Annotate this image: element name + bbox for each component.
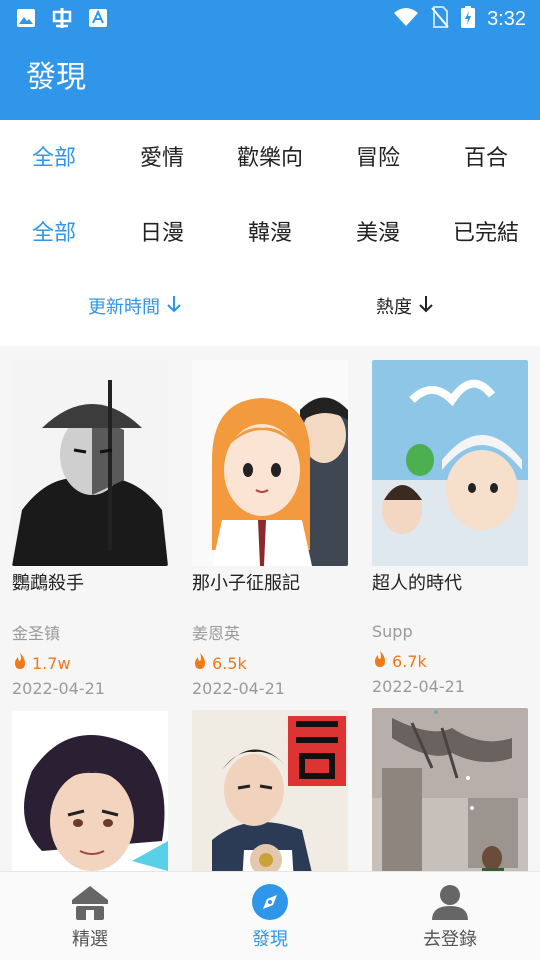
region-filter-us[interactable]: 美漫: [324, 219, 432, 249]
flame-icon: [12, 652, 28, 675]
comic-heat-value: 1.7w: [32, 653, 71, 673]
filter-panel: 全部 愛情 歡樂向 冒险 百合 全部 日漫 韓漫 美漫 已完結 更新時間 熱度: [0, 120, 540, 346]
comic-grid: 鸚鵡殺手 金圣镇 1.7w 2022-04-21 那小子征服記 姜恩英 6.5k…: [0, 346, 540, 871]
comic-heat: 6.7k: [372, 650, 528, 673]
comic-author: 金圣镇: [12, 624, 61, 643]
home-icon: [70, 884, 110, 924]
wifi-icon: [393, 7, 419, 31]
bottom-navigation: 精選 發現 去登錄: [0, 871, 540, 960]
comic-cover[interactable]: [12, 360, 168, 566]
nav-login-label: 去登錄: [423, 929, 477, 950]
person-icon: [430, 884, 470, 924]
genre-filter-row: 全部 愛情 歡樂向 冒险 百合: [0, 144, 540, 174]
genre-filter-comedy[interactable]: 歡樂向: [216, 144, 324, 174]
comic-date: 2022-04-21: [12, 679, 105, 698]
comic-heat-value: 6.5k: [212, 653, 247, 673]
comic-title: 超人的時代: [372, 573, 462, 594]
genre-filter-romance[interactable]: 愛情: [108, 144, 216, 174]
app-header: 3:32 發現: [0, 0, 540, 120]
comic-cover[interactable]: [372, 708, 528, 871]
nav-discover-label: 發現: [252, 929, 288, 950]
comic-heat: 6.5k: [192, 652, 348, 675]
comic-cover[interactable]: [12, 711, 168, 871]
comic-author: 姜恩英: [192, 624, 241, 643]
battery-charging-icon: [461, 6, 476, 32]
comic-date: 2022-04-21: [372, 677, 465, 696]
region-filter-all[interactable]: 全部: [0, 219, 108, 249]
comic-card[interactable]: [12, 711, 168, 871]
status-bar: 3:32: [0, 0, 540, 36]
genre-filter-adventure[interactable]: 冒险: [324, 144, 432, 174]
nav-featured[interactable]: 精選: [0, 872, 180, 960]
comic-cover[interactable]: [192, 360, 348, 566]
no-sim-icon: [431, 6, 449, 32]
comic-card[interactable]: 鸚鵡殺手 金圣镇 1.7w 2022-04-21: [12, 360, 168, 699]
comic-card[interactable]: 超人的時代 Supp 6.7k 2022-04-21: [372, 360, 528, 697]
sort-update-time[interactable]: 更新時間: [88, 294, 182, 322]
region-filter-completed[interactable]: 已完結: [432, 219, 540, 249]
comic-cover[interactable]: [372, 360, 528, 566]
compass-icon: [252, 884, 288, 924]
comic-card[interactable]: [192, 710, 348, 871]
genre-filter-yuri[interactable]: 百合: [432, 144, 540, 174]
comic-cover[interactable]: [192, 710, 348, 871]
comic-title: 鸚鵡殺手: [12, 573, 84, 594]
nav-login[interactable]: 去登錄: [360, 872, 540, 960]
comic-card[interactable]: 那小子征服記 姜恩英 6.5k 2022-04-21: [192, 360, 348, 699]
flame-icon: [372, 650, 388, 673]
region-filter-korea[interactable]: 韓漫: [216, 219, 324, 249]
region-filter-row: 全部 日漫 韓漫 美漫 已完結: [0, 219, 540, 249]
sort-update-time-label: 更新時間: [88, 297, 160, 318]
comic-title: 那小子征服記: [192, 573, 300, 594]
font-icon: [88, 8, 108, 32]
comic-author: Supp: [372, 622, 413, 641]
comic-card[interactable]: [372, 708, 528, 871]
image-icon: [16, 8, 36, 32]
sort-popularity-label: 熱度: [376, 297, 412, 318]
sort-popularity[interactable]: 熱度: [376, 294, 434, 322]
genre-filter-all[interactable]: 全部: [0, 144, 108, 174]
comic-heat: 1.7w: [12, 652, 168, 675]
arrow-down-icon: [166, 294, 182, 322]
nav-featured-label: 精選: [72, 929, 108, 950]
region-filter-japan[interactable]: 日漫: [108, 219, 216, 249]
arrow-down-icon: [418, 294, 434, 322]
nav-discover[interactable]: 發現: [180, 872, 360, 960]
bug-app-icon: [50, 6, 74, 34]
comic-heat-value: 6.7k: [392, 651, 427, 671]
status-time: 3:32: [487, 8, 526, 30]
flame-icon: [192, 652, 208, 675]
page-title: 發現: [26, 60, 86, 95]
comic-date: 2022-04-21: [192, 679, 285, 698]
